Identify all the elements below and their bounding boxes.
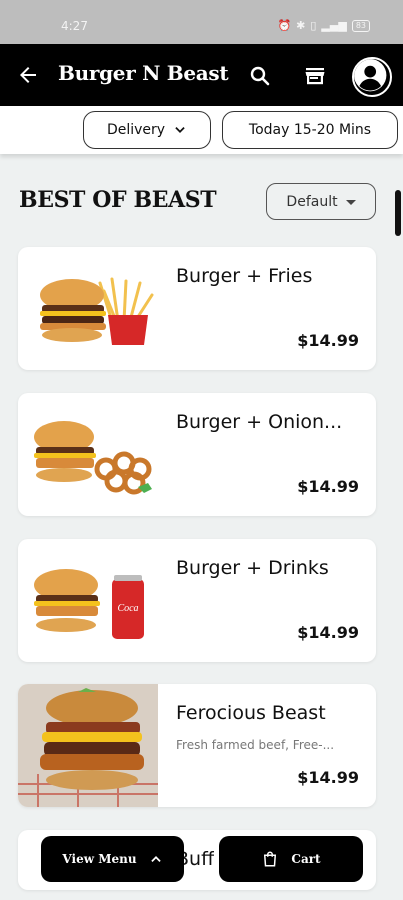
menu-item-price: $14.99 — [297, 623, 359, 642]
delivery-time-label: Today 15-20 Mins — [248, 122, 372, 138]
delivery-mode-label: Delivery — [106, 122, 166, 138]
soda-can-icon: Coca — [112, 575, 144, 639]
menu-item-card[interactable]: Burger + Onion... $14.99 — [18, 393, 376, 516]
menu-item-name: Ferocious Beast — [176, 702, 326, 724]
profile-avatar-button[interactable] — [352, 57, 392, 97]
chevron-down-icon — [175, 127, 185, 133]
alarm-icon: ⏰ — [277, 19, 292, 32]
vibrate-icon: ▯ — [310, 19, 317, 32]
app-bar: Burger N Beast — [0, 44, 403, 106]
menu-item-price: $14.99 — [297, 331, 359, 350]
store-icon[interactable] — [303, 64, 327, 88]
view-menu-label: View Menu — [62, 852, 137, 866]
svg-text:Coca: Coca — [117, 603, 138, 614]
account-icon — [354, 59, 387, 92]
menu-item-card[interactable]: Coca Burger + Drinks $14.99 — [18, 539, 376, 662]
status-time: 4:27 — [61, 19, 88, 33]
burger-drink-image: Coca — [34, 569, 144, 639]
shopping-bag-icon — [264, 851, 277, 867]
burger-onion-rings-image — [34, 421, 152, 495]
chevron-up-icon — [150, 856, 161, 862]
view-menu-button[interactable]: View Menu — [41, 836, 184, 882]
fries-icon — [98, 277, 154, 345]
burger-fries-image — [40, 277, 154, 345]
sort-dropdown[interactable]: Default — [266, 183, 376, 220]
ferocious-beast-photo — [18, 684, 158, 807]
menu-item-card[interactable]: Burger + Fries $14.99 — [18, 247, 376, 370]
cart-label: Cart — [291, 852, 321, 866]
status-bar: 4:27 ⏰ ✱ ▯ ▂▄▆ 83 — [0, 0, 403, 44]
section-title: BEST OF BEAST — [19, 187, 217, 213]
menu-item-price: $14.99 — [297, 477, 359, 496]
menu-item-name: Burger + Onion... — [176, 411, 343, 433]
bluetooth-icon: ✱ — [296, 19, 306, 32]
search-icon[interactable] — [248, 64, 272, 88]
scrollbar[interactable] — [395, 190, 401, 236]
status-icons: ⏰ ✱ ▯ ▂▄▆ 83 — [277, 19, 370, 32]
delivery-time-button[interactable]: Today 15-20 Mins — [222, 111, 398, 149]
menu-item-card[interactable]: Ferocious Beast Fresh farmed beef, Free-… — [18, 684, 376, 807]
order-options-bar: Delivery Today 15-20 Mins — [0, 106, 403, 154]
menu-item-description: Fresh farmed beef, Free-... — [176, 738, 335, 752]
back-arrow-icon[interactable] — [16, 63, 40, 87]
battery-icon: 83 — [351, 19, 370, 32]
delivery-mode-dropdown[interactable]: Delivery — [83, 111, 211, 149]
menu-item-price: $14.99 — [297, 768, 359, 787]
cart-button[interactable]: Cart — [219, 836, 363, 882]
caret-down-icon — [345, 199, 356, 205]
sort-label: Default — [286, 193, 338, 210]
menu-item-name: Burger + Fries — [176, 265, 313, 287]
menu-item-name: Burger + Drinks — [176, 557, 329, 579]
restaurant-title: Burger N Beast — [58, 61, 229, 85]
signal-icon: ▂▄▆ — [321, 19, 347, 32]
